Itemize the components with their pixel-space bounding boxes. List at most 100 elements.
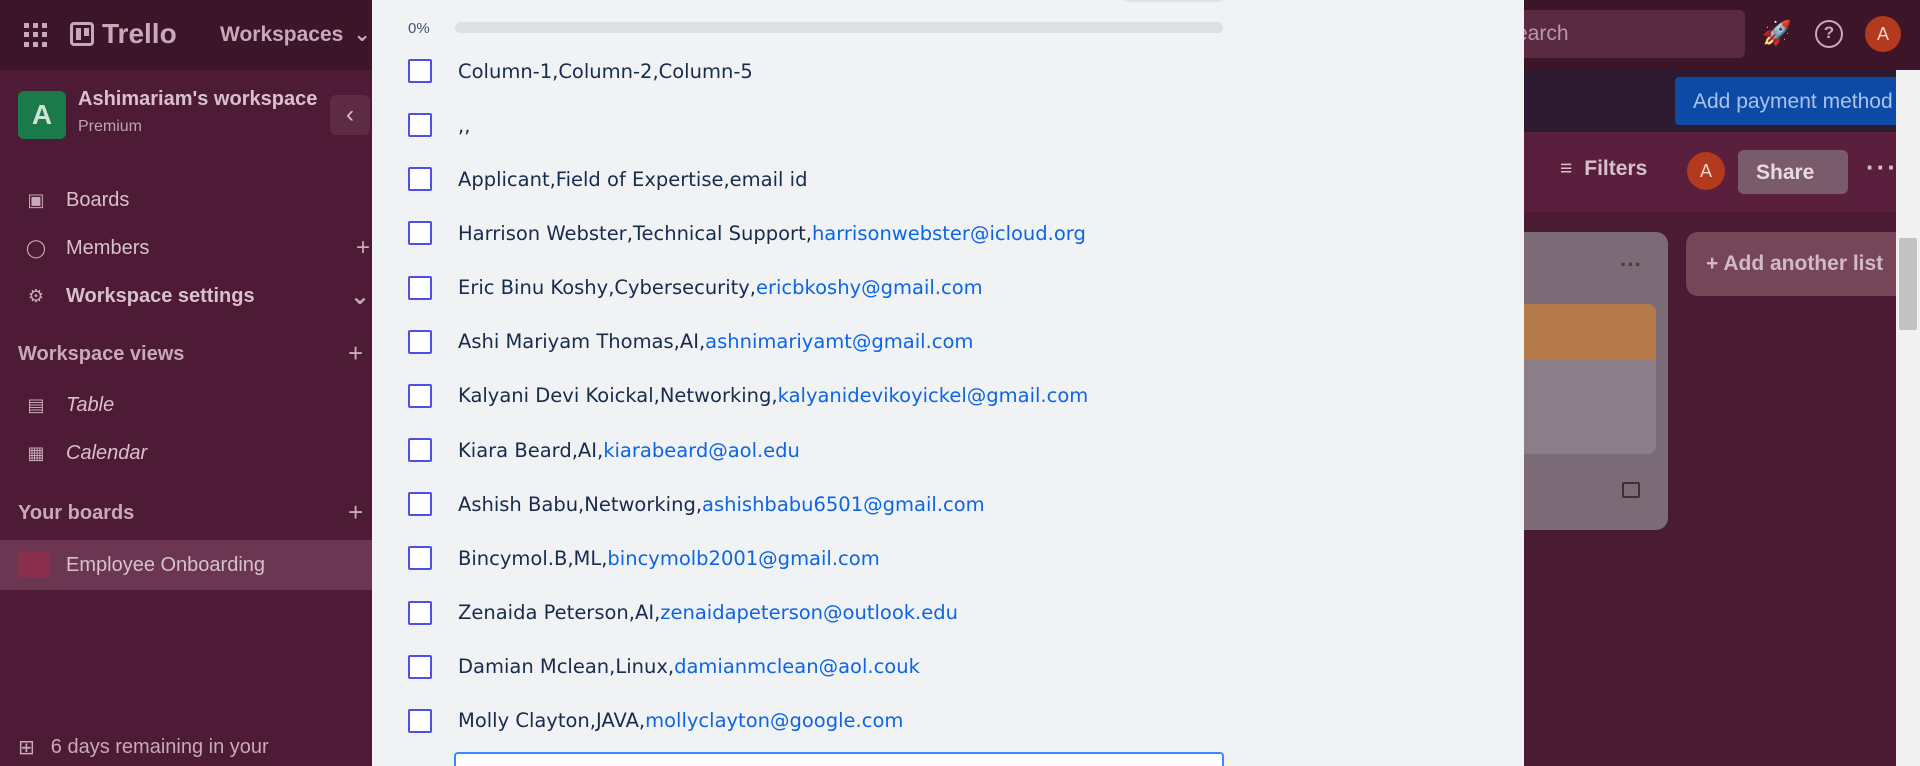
checklist-item-checkbox[interactable] — [408, 113, 432, 138]
checklist-item-text[interactable]: Applicant,Field of Expertise,email id — [458, 168, 807, 191]
sidebar-item-members[interactable]: ◯ Members + — [0, 226, 380, 270]
checklist-item[interactable]: Kiara Beard,AI,kiarabeard@aol.edu — [408, 430, 800, 470]
filters-label: Filters — [1584, 157, 1648, 180]
checklist-item-text[interactable]: Ashi Mariyam Thomas,AI,ashnimariyamt@gma… — [458, 330, 973, 353]
checklist-item-email-link[interactable]: mollyclayton@google.com — [645, 709, 903, 732]
checklist-item-label: Damian Mclean,Linux, — [458, 655, 675, 679]
checklist-item[interactable]: Molly Clayton,JAVA,mollyclayton@google.c… — [408, 701, 903, 741]
checklist-item-checkbox[interactable] — [408, 329, 432, 354]
checklist-item-text[interactable]: ,, — [458, 114, 470, 137]
checklist-item-checkbox[interactable] — [408, 438, 432, 463]
checklist-item-email-link[interactable]: ashnimariyamt@gmail.com — [705, 330, 973, 353]
checklist-item-checkbox[interactable] — [408, 708, 432, 733]
share-button[interactable]: Share — [1738, 150, 1848, 194]
notification-rocket-icon[interactable]: 🚀 — [1762, 20, 1792, 48]
workspaces-label: Workspaces — [220, 22, 344, 46]
sidebar-board-employee-onboarding[interactable]: Employee Onboarding — [0, 540, 380, 590]
checklist-item-email-link[interactable]: damianmclean@aol.couk — [674, 655, 920, 678]
checklist-item-text[interactable]: Ashish Babu,Networking,ashishbabu6501@gm… — [458, 493, 985, 516]
checklist-item[interactable]: Bincymol.B,ML,bincymolb2001@gmail.com — [408, 538, 880, 578]
checklist-progress-bar — [455, 22, 1223, 33]
checklist-item-checkbox[interactable] — [408, 275, 432, 300]
workspaces-menu[interactable]: Workspaces ⌄ — [220, 22, 371, 47]
sidebar-item-label: Members — [66, 236, 150, 259]
checklist-item[interactable]: Ashish Babu,Networking,ashishbabu6501@gm… — [408, 484, 985, 524]
workspace-name[interactable]: Ashimariam's workspace — [78, 88, 317, 111]
add-view-icon[interactable]: + — [348, 338, 363, 369]
sidebar-item-table[interactable]: ▤ Table — [0, 383, 380, 427]
checklist-item-label: Column-1,Column-2,Column-5 — [458, 59, 753, 83]
trello-logo[interactable]: Trello — [70, 18, 177, 50]
checklist-item[interactable]: Ashi Mariyam Thomas,AI,ashnimariyamt@gma… — [408, 322, 973, 362]
checklist-item-checkbox[interactable] — [408, 492, 432, 517]
checklist-item-text[interactable]: Column-1,Column-2,Column-5 — [458, 60, 753, 83]
add-board-icon[interactable]: + — [348, 497, 363, 528]
checklist-item[interactable]: Applicant,Field of Expertise,email id — [408, 159, 807, 199]
workspace-views-title: Workspace views — [18, 343, 185, 365]
workspace-avatar: A — [18, 91, 66, 139]
checklist-item-email-link[interactable]: harrisonwebster@icloud.org — [812, 222, 1086, 245]
checklist-item-email-link[interactable]: zenaidapeterson@outlook.edu — [660, 601, 958, 624]
checklist-item-text[interactable]: Eric Binu Koshy,Cybersecurity,ericbkoshy… — [458, 276, 983, 299]
add-another-list-button[interactable]: + Add another list — [1686, 232, 1920, 296]
checklist-item-checkbox[interactable] — [408, 600, 432, 625]
checklist-item-label: Kiara Beard,AI, — [458, 438, 604, 462]
checklist-item-text[interactable]: Harrison Webster,Technical Support,harri… — [458, 222, 1086, 245]
checklist-item[interactable]: Column-1,Column-2,Column-5 — [408, 51, 753, 91]
add-payment-method-button[interactable]: Add payment method — [1675, 77, 1920, 125]
sidebar-item-label: Boards — [66, 188, 130, 211]
checklist-item[interactable]: Eric Binu Koshy,Cybersecurity,ericbkoshy… — [408, 268, 983, 308]
filter-icon: ≡ — [1560, 157, 1573, 180]
checklist-item-checkbox[interactable] — [408, 383, 432, 408]
board-more-icon[interactable]: ··· — [1866, 152, 1898, 183]
share-label: Share — [1756, 161, 1815, 184]
checklist-item[interactable]: Zenaida Peterson,AI,zenaidapeterson@outl… — [408, 593, 958, 633]
checklist-item-text[interactable]: Bincymol.B,ML,bincymolb2001@gmail.com — [458, 547, 880, 570]
checklist-item-email-link[interactable]: kiarabeard@aol.edu — [603, 439, 800, 462]
checklist-item-label: Kalyani Devi Koickal,Networking, — [458, 384, 778, 408]
add-member-icon[interactable]: + — [356, 234, 370, 262]
app-switcher-icon[interactable] — [24, 23, 48, 47]
chevron-down-icon: ⌄ — [349, 282, 370, 310]
sidebar-item-workspace-settings[interactable]: ⚙ Workspace settings ⌄ — [0, 274, 380, 318]
checklist-item-checkbox[interactable] — [408, 221, 432, 246]
checklist-item-text[interactable]: Molly Clayton,JAVA,mollyclayton@google.c… — [458, 709, 903, 732]
checklist-item-email-link[interactable]: ericbkoshy@gmail.com — [756, 276, 983, 299]
card-template-icon[interactable] — [1622, 482, 1640, 498]
collapse-sidebar-button[interactable]: ‹ — [330, 95, 370, 135]
sidebar-item-boards[interactable]: ▣ Boards — [0, 178, 380, 222]
payment-label: Add payment method — [1693, 90, 1893, 113]
checklist-item-label: Ashish Babu,Networking, — [458, 492, 703, 516]
checklist-item[interactable]: Damian Mclean,Linux,damianmclean@aol.cou… — [408, 647, 920, 687]
sidebar: A Ashimariam's workspace Premium ‹ ▣ Boa… — [0, 70, 380, 766]
checklist-item[interactable]: Kalyani Devi Koickal,Networking,kalyanid… — [408, 376, 1088, 416]
user-avatar[interactable]: A — [1865, 16, 1901, 52]
checklist-item[interactable]: Harrison Webster,Technical Support,harri… — [408, 213, 1086, 253]
checklist-item-email-link[interactable]: ashishbabu6501@gmail.com — [702, 493, 985, 516]
checklist-action-button[interactable] — [1124, 0, 1222, 2]
sidebar-item-label: Calendar — [66, 441, 148, 464]
checklist-item-checkbox[interactable] — [408, 59, 432, 83]
card-detail-modal: 0% Column-1,Column-2,Column-5,, Applicant… — [372, 0, 1524, 766]
brand-name: Trello — [102, 18, 177, 49]
page-scrollbar-thumb[interactable] — [1899, 238, 1917, 330]
checklist-item-checkbox[interactable] — [408, 654, 432, 679]
page-scrollbar[interactable] — [1896, 70, 1920, 766]
board-member-avatar[interactable]: A — [1687, 152, 1725, 190]
checklist-item-label: ,, — [458, 113, 471, 137]
sidebar-item-calendar[interactable]: ▦ Calendar — [0, 431, 380, 475]
list-menu-icon[interactable]: ··· — [1620, 252, 1642, 278]
checklist-item-checkbox[interactable] — [408, 546, 432, 571]
checklist-item-text[interactable]: Kiara Beard,AI,kiarabeard@aol.edu — [458, 439, 800, 462]
checklist-item-email-link[interactable]: kalyanidevikoyickel@gmail.com — [778, 384, 1089, 407]
gear-icon: ⚙ — [27, 285, 45, 306]
checklist-item-text[interactable]: Damian Mclean,Linux,damianmclean@aol.cou… — [458, 655, 920, 678]
checklist-item[interactable]: ,, — [408, 105, 470, 145]
filters-button[interactable]: ≡ Filters — [1560, 157, 1647, 181]
checklist-item-text[interactable]: Zenaida Peterson,AI,zenaidapeterson@outl… — [458, 601, 958, 624]
checklist-item-email-link[interactable]: bincymolb2001@gmail.com — [607, 547, 879, 570]
help-icon[interactable]: ? — [1815, 20, 1843, 48]
add-checklist-item-input[interactable] — [454, 752, 1224, 766]
checklist-item-checkbox[interactable] — [408, 167, 432, 192]
checklist-item-text[interactable]: Kalyani Devi Koickal,Networking,kalyanid… — [458, 384, 1088, 407]
